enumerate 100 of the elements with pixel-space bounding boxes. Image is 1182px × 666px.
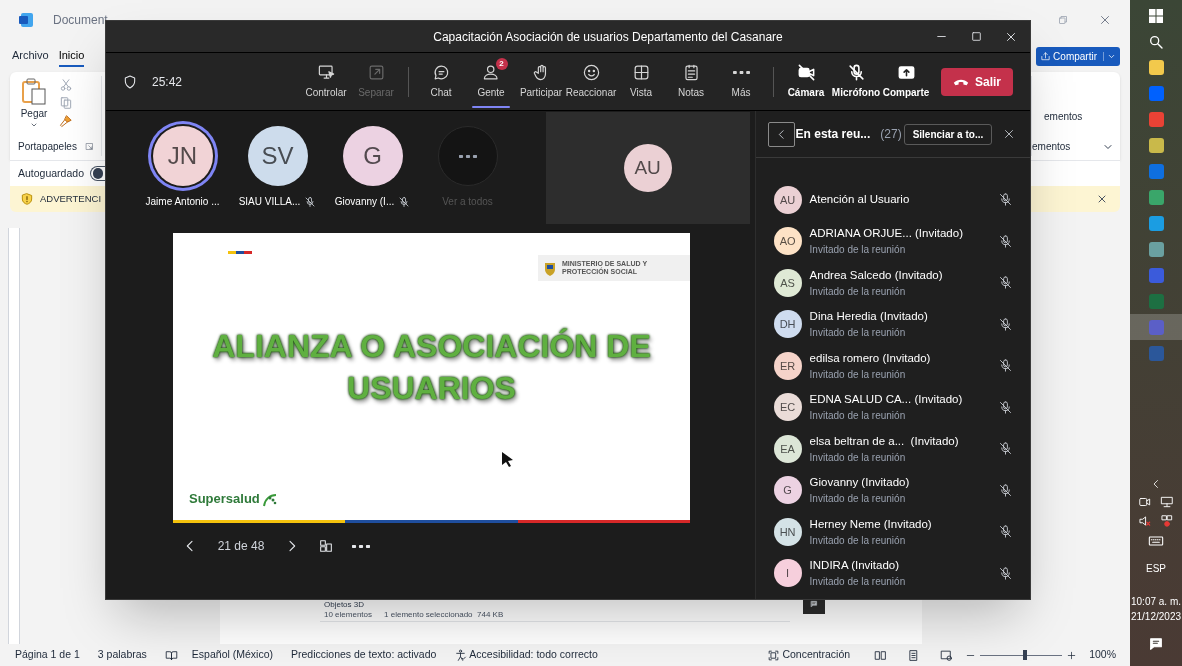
close-icon xyxy=(1098,13,1112,27)
microphone-button[interactable]: Micrófono xyxy=(831,55,881,108)
close-icon xyxy=(1002,127,1016,141)
participant-name: edilsa romero (Invitado) xyxy=(809,350,932,366)
participant-role: Invitado de la reunión xyxy=(809,243,907,258)
microphone-off-icon xyxy=(998,316,1013,332)
microphone-off-icon xyxy=(998,192,1013,208)
close-button[interactable] xyxy=(1002,127,1016,141)
participant-role: Invitado de la reunión xyxy=(809,367,907,382)
react-button[interactable]: Reaccionar xyxy=(566,55,616,108)
book-icon xyxy=(164,648,178,662)
camera-off-icon xyxy=(796,63,816,82)
clock-time[interactable]: 10:07 a. m. xyxy=(1131,594,1181,609)
person-icon xyxy=(481,63,501,82)
slide-title: ALIANZA O ASOCIACIÓN DE USUARIOS xyxy=(211,327,652,408)
shield-warning-icon xyxy=(20,192,34,206)
folder-name: Objetos 3D xyxy=(324,600,366,609)
clock-date[interactable]: 21/12/2023 xyxy=(1130,609,1182,624)
more-options-button[interactable] xyxy=(350,542,372,550)
participant-role: Invitado de la reunión xyxy=(809,284,907,299)
microphone-off-icon xyxy=(998,482,1013,498)
share-button[interactable]: Comparte xyxy=(881,55,931,108)
menu-tab[interactable]: Archivo xyxy=(12,45,49,67)
more-button[interactable]: Más xyxy=(716,55,766,108)
status-text: Predicciones de texto: activado xyxy=(291,647,437,663)
layout-icon xyxy=(318,538,334,554)
microphone-off-icon xyxy=(998,358,1013,374)
meeting-timer: 25:42 xyxy=(152,73,183,91)
notification-badge: 2 xyxy=(495,58,508,70)
raise-hand-button[interactable]: Participar xyxy=(516,55,566,108)
accessibility-icon xyxy=(454,648,468,662)
participant-name: Andrea Salcedo (Invitado) xyxy=(809,267,944,283)
microphone-off-icon xyxy=(998,399,1013,415)
avatar: HN xyxy=(773,517,802,546)
avatar: I xyxy=(773,559,802,588)
participant-count: (27) xyxy=(880,126,902,143)
avatar: ER xyxy=(773,351,802,380)
slider-thumb[interactable] xyxy=(1023,650,1028,660)
avatar: AO xyxy=(773,227,802,256)
keyboard-icon xyxy=(1147,533,1165,549)
phone-hangup-icon xyxy=(953,77,969,86)
paste-button[interactable]: Pegar xyxy=(10,76,58,139)
camera-button[interactable]: Cámara xyxy=(781,55,831,108)
window-title: Capacitación Asociación de usuarios Departamento del Casanare xyxy=(432,28,784,46)
flag-stripe xyxy=(228,251,252,254)
view-button[interactable]: Vista xyxy=(616,55,666,108)
mute-all-button[interactable]: Silenciar a to... xyxy=(903,123,993,145)
participant-name: Herney Neme (Invitado) xyxy=(809,516,933,532)
monitor-pointer-icon xyxy=(316,63,336,82)
microphone-off-icon xyxy=(846,63,866,82)
mouse-cursor-icon xyxy=(501,451,514,467)
chat-button[interactable]: Chat xyxy=(416,55,466,108)
participant-role: Invitado de la reunión xyxy=(809,533,907,548)
leave-button[interactable]: Salir xyxy=(941,67,1013,96)
notes-button[interactable]: Notas xyxy=(666,55,716,108)
avatar: DH xyxy=(773,310,802,339)
dismiss-button[interactable] xyxy=(1096,193,1108,205)
participant-role: Invitado de la reunión xyxy=(809,326,907,341)
participant-name: elsa beltran de a... (Invitado) xyxy=(809,433,960,449)
back-button[interactable] xyxy=(767,121,795,147)
participant-name: Jaime Antonio ... xyxy=(145,195,220,209)
microphone-off-icon xyxy=(998,275,1013,291)
status-text: Página 1 de 1 xyxy=(15,647,80,663)
muted-speaker-icon xyxy=(1138,514,1152,528)
more-icon xyxy=(732,71,750,74)
status-text: Accesibilidad: todo correcto xyxy=(469,647,598,663)
clipboard-icon xyxy=(21,78,47,106)
smiley-icon xyxy=(581,63,601,82)
participant-name: Giovanny (I... xyxy=(334,195,395,209)
panel-title: En esta reu... xyxy=(795,126,871,143)
microphone-off-icon xyxy=(304,195,317,208)
zoom-in-icon xyxy=(1066,649,1078,661)
chat-icon xyxy=(431,63,451,82)
menu-tab[interactable]: Inicio xyxy=(58,45,85,67)
avatar: AU xyxy=(623,144,672,192)
document-title: Document xyxy=(53,12,108,29)
shield-icon xyxy=(122,73,138,90)
windows-icon[interactable] xyxy=(1148,8,1164,24)
control-button[interactable]: Controlar xyxy=(301,55,351,108)
zoom-percent: 100% xyxy=(1089,647,1116,663)
microphone-off-icon xyxy=(998,441,1013,457)
warning-text: ADVERTENCI xyxy=(40,191,102,206)
participant-name: Atención al Usuario xyxy=(809,192,911,208)
focus-button[interactable]: Concentración xyxy=(767,647,851,663)
autosave-toggle[interactable] xyxy=(90,166,105,181)
participant-role: Invitado de la reunión xyxy=(809,409,907,424)
group-label: ementos xyxy=(1032,140,1071,154)
scissors-icon xyxy=(58,78,73,92)
zoom-slider[interactable] xyxy=(980,649,1063,661)
avatar: AS xyxy=(773,268,802,297)
microphone-off-icon xyxy=(398,195,411,208)
participant-name: EDNA SALUD CA... (Invitado) xyxy=(809,392,964,408)
language-indicator[interactable]: ESP xyxy=(1146,561,1166,576)
people-button[interactable]: 2 Gente xyxy=(466,55,516,108)
close-icon xyxy=(1096,193,1108,205)
item-count: 10 elementos xyxy=(324,610,373,619)
participant-role: Invitado de la reunión xyxy=(809,575,907,590)
participant-name: SIAU VILLA... xyxy=(238,195,301,209)
share-button[interactable]: Compartir xyxy=(1036,46,1120,66)
copy-icon xyxy=(58,96,73,110)
